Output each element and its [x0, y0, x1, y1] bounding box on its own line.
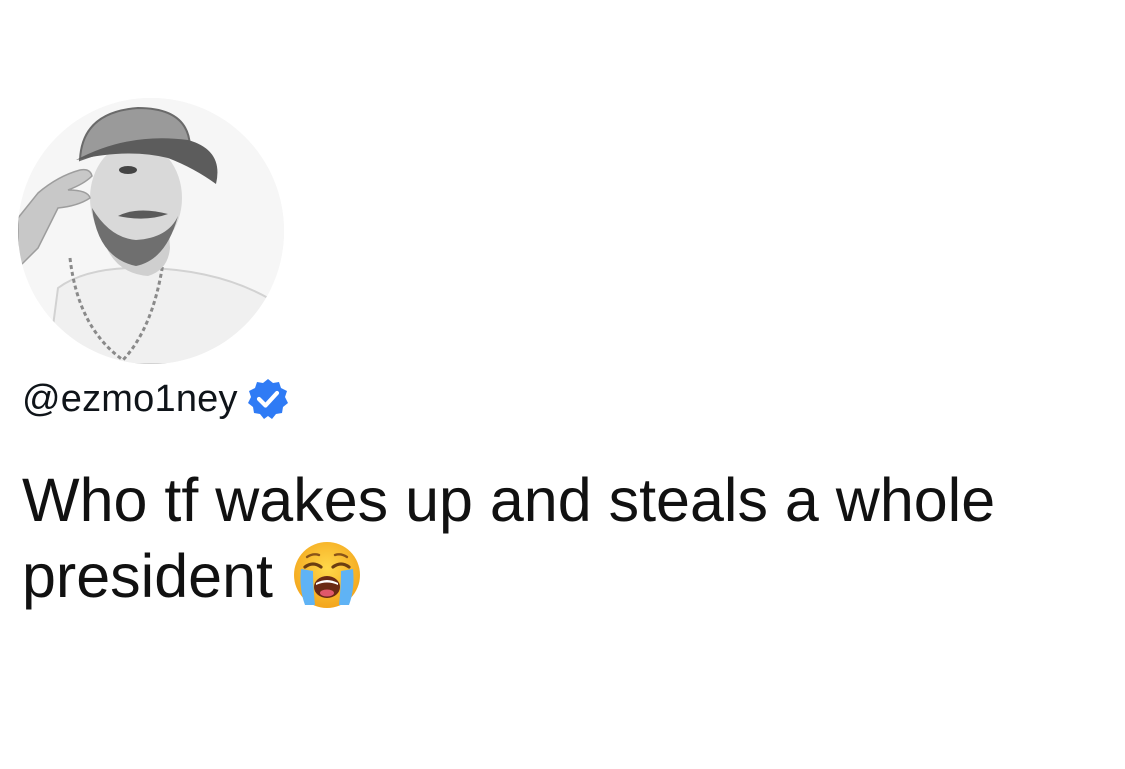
verified-check-icon: [246, 377, 290, 421]
loudly-crying-face-icon: [291, 539, 363, 611]
post-text-line-2: president: [22, 538, 1102, 614]
avatar-photo: [18, 98, 284, 364]
post-text-line-2-text: president: [22, 542, 273, 610]
author-handle[interactable]: @ezmo1ney: [22, 378, 238, 421]
avatar[interactable]: [18, 98, 284, 364]
post-text-line-1: Who tf wakes up and steals a whole: [22, 466, 996, 534]
post-card: @ezmo1ney Who tf wakes up and steals a w…: [0, 0, 1125, 769]
post-text: Who tf wakes up and steals a whole presi…: [22, 462, 1102, 614]
author-row: @ezmo1ney: [22, 372, 290, 426]
